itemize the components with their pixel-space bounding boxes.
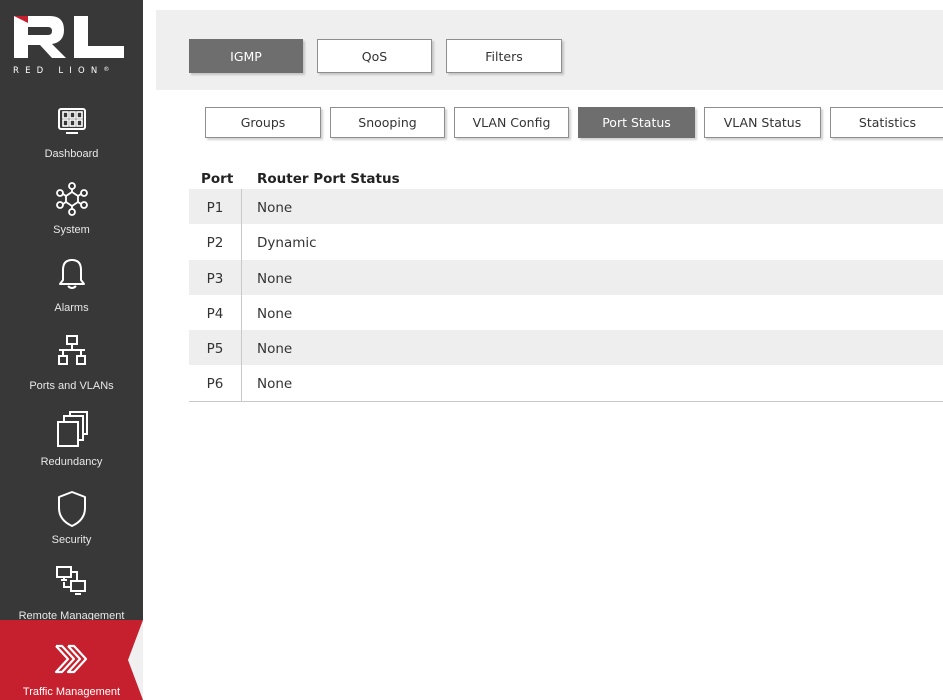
dashboard-icon	[57, 106, 87, 141]
subtab-vlan-status[interactable]: VLAN Status	[704, 107, 821, 138]
status-cell: None	[257, 200, 293, 216]
status-cell: None	[257, 376, 293, 393]
subtab-statistics[interactable]: Statistics	[830, 107, 943, 138]
sidebar-item-dashboard[interactable]: Dashboard	[0, 100, 143, 178]
column-header-port: Port	[201, 171, 234, 187]
table-header: Port Router Port Status	[189, 167, 943, 189]
column-header-router-port-status: Router Port Status	[257, 171, 400, 187]
sidebar-item-label: Ports and VLANs	[29, 380, 114, 392]
sidebar-item-redundancy[interactable]: Redundancy	[0, 408, 143, 486]
stacked-windows-icon	[55, 410, 89, 455]
sidebar-item-ports-and-vlans[interactable]: Ports and VLANs	[0, 330, 143, 408]
tab-filters[interactable]: Filters	[446, 39, 562, 73]
port-cell: P2	[206, 235, 224, 252]
red-lion-logo: RED LION®	[0, 0, 143, 92]
table-row[interactable]: P2 Dynamic	[189, 224, 943, 260]
rl-logo-icon	[14, 16, 124, 58]
sidebar-item-label: Redundancy	[40, 456, 103, 468]
port-cell: P1	[206, 200, 224, 216]
sidebar-item-traffic-management[interactable]: Traffic Management	[0, 620, 143, 700]
column-divider	[241, 365, 242, 401]
sidebar-item-system[interactable]: System	[0, 178, 143, 256]
sidebar-item-label: Security	[51, 534, 92, 546]
remote-screens-icon	[55, 565, 89, 604]
column-divider	[241, 189, 242, 225]
shield-icon	[56, 490, 88, 533]
bell-icon	[57, 256, 87, 295]
tab-igmp[interactable]: IGMP	[189, 39, 303, 73]
subtab-port-status[interactable]: Port Status	[578, 107, 695, 138]
sidebar-item-label: Traffic Management	[22, 686, 121, 698]
column-divider	[241, 259, 242, 295]
port-status-table: Port Router Port Status P1 None P2 Dynam…	[189, 167, 943, 401]
table-row[interactable]: P1 None	[189, 189, 943, 225]
sidebar: RED LION® Dashboard System Alarms Ports …	[0, 0, 143, 700]
brand-wordmark: RED LION®	[13, 66, 110, 76]
subtab-vlan-config[interactable]: VLAN Config	[454, 107, 569, 138]
table-row[interactable]: P6 None	[189, 365, 943, 401]
column-divider	[241, 224, 242, 260]
sidebar-item-alarms[interactable]: Alarms	[0, 254, 143, 332]
subtab-groups[interactable]: Groups	[205, 107, 321, 138]
sidebar-item-security[interactable]: Security	[0, 486, 143, 564]
port-cell: P6	[206, 376, 224, 393]
sidebar-item-label: System	[53, 224, 90, 236]
status-cell: None	[257, 305, 293, 322]
port-cell: P5	[206, 341, 224, 358]
subtab-snooping[interactable]: Snooping	[330, 107, 445, 138]
status-cell: None	[257, 270, 293, 287]
port-cell: P4	[206, 305, 224, 322]
table-row[interactable]: P5 None	[189, 330, 943, 366]
column-divider	[241, 294, 242, 331]
table-row[interactable]: P3 None	[189, 259, 943, 295]
table-row[interactable]: P4 None	[189, 294, 943, 331]
tab-qos[interactable]: QoS	[317, 39, 432, 73]
status-cell: Dynamic	[257, 235, 317, 252]
network-nodes-icon	[55, 182, 89, 221]
sidebar-item-label: Alarms	[54, 302, 89, 314]
sidebar-item-label: Dashboard	[44, 148, 99, 160]
ports-tree-icon	[55, 334, 89, 371]
status-cell: None	[257, 341, 293, 358]
port-cell: P3	[206, 270, 224, 287]
active-indicator-notch	[128, 620, 143, 700]
table-bottom-border	[189, 401, 943, 402]
column-divider	[241, 330, 242, 366]
double-chevron-icon	[52, 642, 92, 681]
